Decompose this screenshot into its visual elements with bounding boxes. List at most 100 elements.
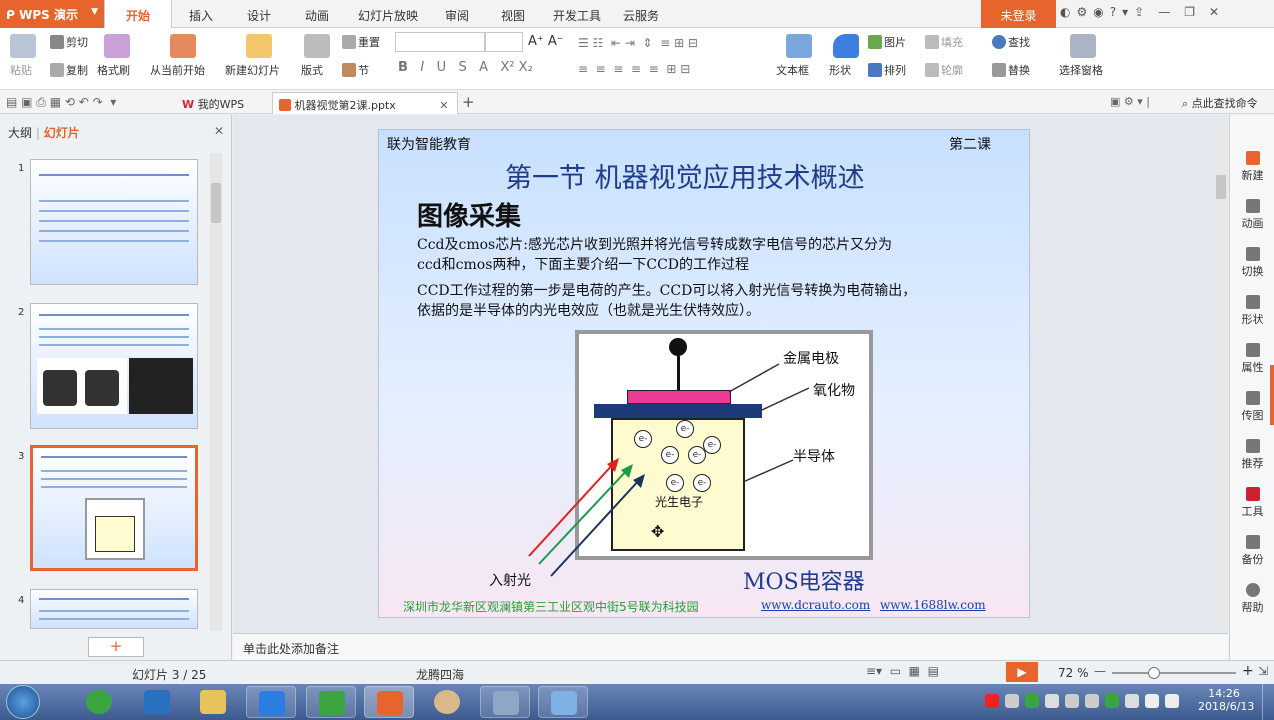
right-properties-button[interactable]: 属性 bbox=[1230, 343, 1274, 375]
slide-thumbnail-1[interactable] bbox=[30, 159, 198, 285]
close-icon[interactable]: ✕ bbox=[214, 124, 224, 138]
new-slide-button[interactable]: 新建幻灯片 bbox=[225, 62, 280, 78]
play-slideshow-button[interactable]: ▶ bbox=[1006, 662, 1038, 682]
help-icon[interactable]: ? bbox=[1110, 5, 1116, 19]
right-shape-button[interactable]: 形状 bbox=[1230, 295, 1274, 327]
tab-developer[interactable]: 开发工具 bbox=[542, 0, 612, 28]
section-button[interactable]: 节 bbox=[342, 62, 369, 78]
tab-view[interactable]: 视图 bbox=[484, 0, 542, 28]
shape-button[interactable]: 形状 bbox=[829, 62, 851, 78]
login-button[interactable]: 未登录 bbox=[981, 0, 1056, 28]
arrange-button[interactable]: 排列 bbox=[868, 62, 906, 78]
footer-link-1688lw[interactable]: www.1688lw.com bbox=[880, 598, 986, 612]
scrollbar-thumb[interactable] bbox=[1216, 175, 1226, 199]
layout-button[interactable]: 版式 bbox=[301, 62, 323, 78]
right-new-button[interactable]: 新建 bbox=[1230, 151, 1274, 183]
tab-insert[interactable]: 插入 bbox=[172, 0, 230, 28]
new-tab-button[interactable]: + bbox=[462, 93, 475, 111]
text-format-buttons[interactable]: B I U S A X² X₂ bbox=[398, 60, 533, 75]
slides-tab[interactable]: 幻灯片 bbox=[44, 126, 80, 140]
tab-my-wps[interactable]: W 我的WPS ✕ bbox=[176, 92, 268, 125]
network-icon[interactable] bbox=[1125, 694, 1139, 708]
wps-app-menu-button[interactable]: ᑭ WPS 演示 ▼ bbox=[0, 0, 104, 28]
footer-link-dcrauto[interactable]: www.dcrauto.com bbox=[761, 598, 870, 612]
right-help-button[interactable]: 帮助 bbox=[1230, 583, 1274, 615]
command-search[interactable]: ⌕ 点此查找命令 bbox=[1182, 95, 1258, 111]
zoom-slider-thumb[interactable] bbox=[1148, 667, 1160, 679]
notes-pane[interactable]: 单击此处添加备注 bbox=[233, 633, 1228, 660]
taskbar-wps-sheets[interactable] bbox=[306, 686, 356, 718]
quick-access-toolbar[interactable]: ▤ ▣ ⎙ ▦ ⟲ ↶ ↷ ▾ bbox=[6, 95, 116, 110]
tab-document[interactable]: 机器视觉第2课.pptx ✕ bbox=[272, 92, 458, 114]
right-recommend-button[interactable]: 推荐 bbox=[1230, 439, 1274, 471]
close-icon[interactable]: ✕ bbox=[1209, 5, 1219, 19]
volume-icon[interactable] bbox=[1165, 694, 1179, 708]
view-buttons[interactable]: ≡▾ ▭ ▦ ▤ bbox=[866, 664, 939, 678]
slide-3[interactable]: 联为智能教育 第二课 第一节 机器视觉应用技术概述 图像采集 Ccd及cmos芯… bbox=[378, 129, 1030, 618]
selection-pane-button[interactable]: 选择窗格 bbox=[1059, 62, 1103, 78]
zoom-slider[interactable] bbox=[1112, 667, 1236, 679]
tab-tools[interactable]: ▣ ⚙ ▾ | bbox=[1110, 95, 1150, 108]
show-desktop-button[interactable] bbox=[1262, 684, 1274, 720]
tray-icon[interactable] bbox=[1025, 694, 1039, 708]
picture-button[interactable]: 图片 bbox=[868, 34, 906, 50]
font-size-select[interactable] bbox=[485, 32, 523, 52]
format-painter-button[interactable]: 格式刷 bbox=[97, 62, 130, 78]
tab-animation[interactable]: 动画 bbox=[288, 0, 346, 28]
selection-pane-icon[interactable] bbox=[1070, 34, 1096, 58]
tab-review[interactable]: 审阅 bbox=[430, 0, 484, 28]
right-upload-image-button[interactable]: 传图 bbox=[1230, 391, 1274, 423]
textbox-button[interactable]: 文本框 bbox=[776, 62, 809, 78]
textbox-icon[interactable] bbox=[786, 34, 812, 58]
font-name-select[interactable] bbox=[395, 32, 485, 52]
zoom-in-button[interactable]: + bbox=[1242, 663, 1254, 679]
start-button[interactable] bbox=[6, 685, 40, 719]
tab-cloud[interactable]: 云服务 bbox=[612, 0, 670, 28]
from-current-button[interactable]: 从当前开始 bbox=[150, 62, 205, 78]
paste-icon[interactable] bbox=[10, 34, 36, 58]
zoom-out-button[interactable]: — bbox=[1094, 664, 1106, 678]
slide-thumbnail-2[interactable] bbox=[30, 303, 198, 429]
right-animation-button[interactable]: 动画 bbox=[1230, 199, 1274, 231]
find-button[interactable]: 查找 bbox=[992, 34, 1030, 50]
tray-icon[interactable] bbox=[1045, 694, 1059, 708]
outline-button[interactable]: 轮廓 bbox=[925, 62, 963, 78]
grow-font-button[interactable]: A⁺ A⁻ bbox=[528, 34, 564, 49]
paste-button[interactable]: 粘贴 bbox=[10, 62, 32, 78]
right-transition-button[interactable]: 切换 bbox=[1230, 247, 1274, 279]
tab-home[interactable]: 开始 bbox=[104, 0, 172, 28]
shape-icon[interactable] bbox=[833, 34, 859, 58]
right-backup-button[interactable]: 备份 bbox=[1230, 535, 1274, 567]
taskbar-paint[interactable] bbox=[422, 686, 472, 718]
fill-button[interactable]: 填充 bbox=[925, 34, 963, 50]
settings-icon[interactable]: ⚙ bbox=[1076, 5, 1087, 19]
tab-slideshow[interactable]: 幻灯片放映 bbox=[346, 0, 430, 28]
right-tools-button[interactable]: 工具 bbox=[1230, 487, 1274, 519]
record-icon[interactable] bbox=[985, 694, 999, 708]
copy-button[interactable]: 复制 bbox=[50, 62, 88, 78]
reset-button[interactable]: 重置 bbox=[342, 34, 380, 50]
taskbar-calculator[interactable] bbox=[480, 686, 530, 718]
tray-icon[interactable] bbox=[1005, 694, 1019, 708]
layout-icon[interactable] bbox=[304, 34, 330, 58]
list-buttons[interactable]: ☰ ☷ ⇤ ⇥ ⇕ ≡ ⊞ ⊟ bbox=[578, 36, 698, 50]
taskbar-wps-writer[interactable] bbox=[246, 686, 296, 718]
taskbar-wps-presentation[interactable] bbox=[364, 686, 414, 718]
minimize-icon[interactable]: — bbox=[1158, 5, 1170, 19]
cut-button[interactable]: 剪切 bbox=[50, 34, 88, 50]
fit-window-icon[interactable]: ⇲ bbox=[1258, 664, 1268, 678]
taskbar-explorer[interactable] bbox=[188, 686, 238, 718]
tray-icon[interactable] bbox=[1085, 694, 1099, 708]
tray-icon[interactable] bbox=[1105, 694, 1119, 708]
slide-thumbnail-4[interactable] bbox=[30, 589, 198, 629]
add-slide-button[interactable]: + bbox=[88, 637, 144, 657]
canvas-scrollbar[interactable] bbox=[1215, 117, 1227, 627]
bluetooth-icon[interactable] bbox=[1065, 694, 1079, 708]
align-buttons[interactable]: ≡ ≡ ≡ ≡ ≡ ⊞ ⊟ bbox=[578, 62, 690, 76]
slide-thumbnail-3[interactable] bbox=[30, 445, 198, 571]
signal-icon[interactable] bbox=[1145, 694, 1159, 708]
tab-design[interactable]: 设计 bbox=[230, 0, 288, 28]
skin-icon[interactable]: ◐ bbox=[1060, 5, 1070, 19]
close-icon[interactable]: ✕ bbox=[439, 99, 448, 112]
taskbar-ie[interactable] bbox=[74, 686, 124, 718]
